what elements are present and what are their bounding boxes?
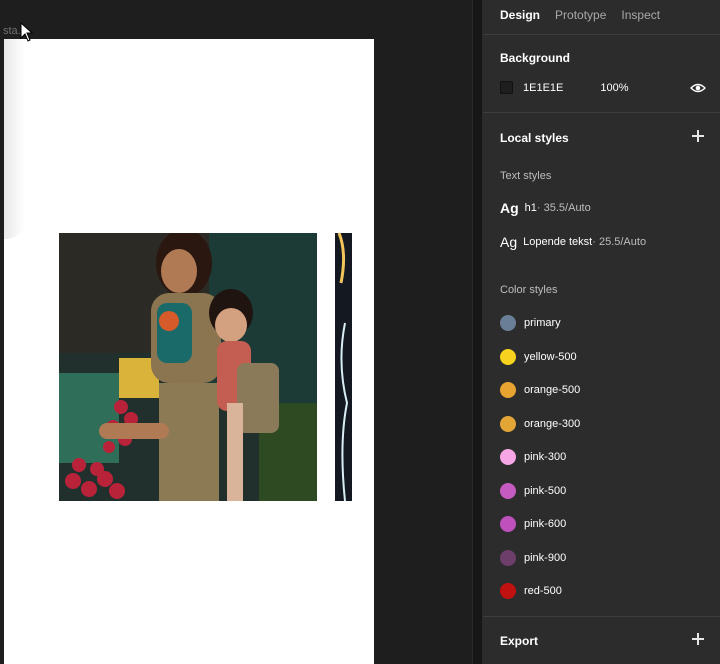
color-styles-title: Color styles [500, 284, 558, 296]
color-style-name: orange-500 [524, 384, 581, 396]
design-canvas[interactable]: sta... [0, 0, 472, 664]
background-row: 1E1E1E 100% [500, 81, 706, 94]
color-style-name: orange-300 [524, 417, 581, 430]
background-opacity-value[interactable]: 100% [600, 82, 628, 94]
text-style-glyph-icon: Ag [500, 200, 519, 216]
eye-icon[interactable] [690, 82, 706, 94]
color-style-primary[interactable]: primary [500, 315, 561, 331]
text-style-name: Lopende tekst [523, 236, 593, 248]
color-style-name: pink-500 [524, 484, 567, 497]
color-style-orange-500[interactable]: orange-500 [500, 382, 580, 398]
photo-illustration [59, 233, 317, 501]
color-swatch [500, 382, 516, 398]
tab-design[interactable]: Design [500, 8, 540, 22]
photo-mother-and-baby[interactable] [59, 233, 317, 501]
text-style-name: h1 [524, 202, 537, 214]
text-style-lopende-tekst[interactable]: Ag Lopende tekst · 25.5/Auto [500, 234, 646, 250]
ghost-shape [4, 39, 26, 239]
color-style-orange-300[interactable]: orange-300 [500, 415, 581, 432]
color-swatch [500, 415, 516, 432]
color-style-pink-500[interactable]: pink-500 [500, 482, 567, 499]
divider [483, 616, 720, 617]
add-export-plus-icon[interactable] [692, 633, 704, 645]
color-swatch [500, 348, 516, 365]
local-styles-title: Local styles [500, 131, 569, 145]
properties-panel: Design Prototype Inspect Background 1E1E… [483, 0, 720, 664]
photo-neon-sign[interactable] [335, 233, 352, 501]
text-style-glyph-icon: Ag [500, 234, 518, 250]
background-hex-value[interactable]: 1E1E1E [523, 82, 563, 94]
color-swatch [500, 315, 516, 331]
color-swatch [500, 482, 516, 499]
artboard-frame[interactable] [4, 39, 374, 664]
color-swatch [500, 549, 516, 566]
neon-illustration [335, 233, 352, 501]
panel-resize-handle[interactable] [472, 0, 483, 664]
export-section-title: Export [500, 634, 539, 648]
divider [483, 34, 720, 35]
color-swatch [500, 449, 516, 465]
tab-inspect[interactable]: Inspect [621, 8, 660, 22]
color-style-name: yellow-500 [524, 350, 577, 363]
color-style-name: pink-600 [524, 518, 567, 530]
panel-tabs: Design Prototype Inspect [483, 0, 720, 30]
add-style-plus-icon[interactable] [692, 130, 704, 142]
text-style-spec: · 25.5/Auto [592, 236, 647, 248]
color-style-name: primary [524, 317, 561, 329]
background-color-swatch[interactable] [500, 81, 513, 94]
color-style-yellow-500[interactable]: yellow-500 [500, 348, 577, 365]
color-style-red-500[interactable]: red-500 [500, 583, 562, 599]
text-style-h1[interactable]: Ag h1 · 35.5/Auto [500, 200, 591, 216]
background-section-title: Background [500, 51, 571, 65]
tab-prototype[interactable]: Prototype [555, 8, 606, 22]
color-swatch [500, 583, 516, 599]
color-style-pink-900[interactable]: pink-900 [500, 549, 567, 566]
divider [483, 112, 720, 113]
color-swatch [500, 516, 516, 532]
text-style-spec: · 35.5/Auto [536, 202, 591, 214]
mouse-pointer-icon [20, 22, 34, 42]
color-style-name: pink-900 [524, 551, 567, 564]
color-style-name: pink-300 [524, 451, 567, 463]
text-styles-title: Text styles [500, 170, 552, 182]
color-style-name: red-500 [524, 585, 562, 597]
color-style-pink-300[interactable]: pink-300 [500, 449, 566, 465]
color-style-pink-600[interactable]: pink-600 [500, 516, 566, 532]
